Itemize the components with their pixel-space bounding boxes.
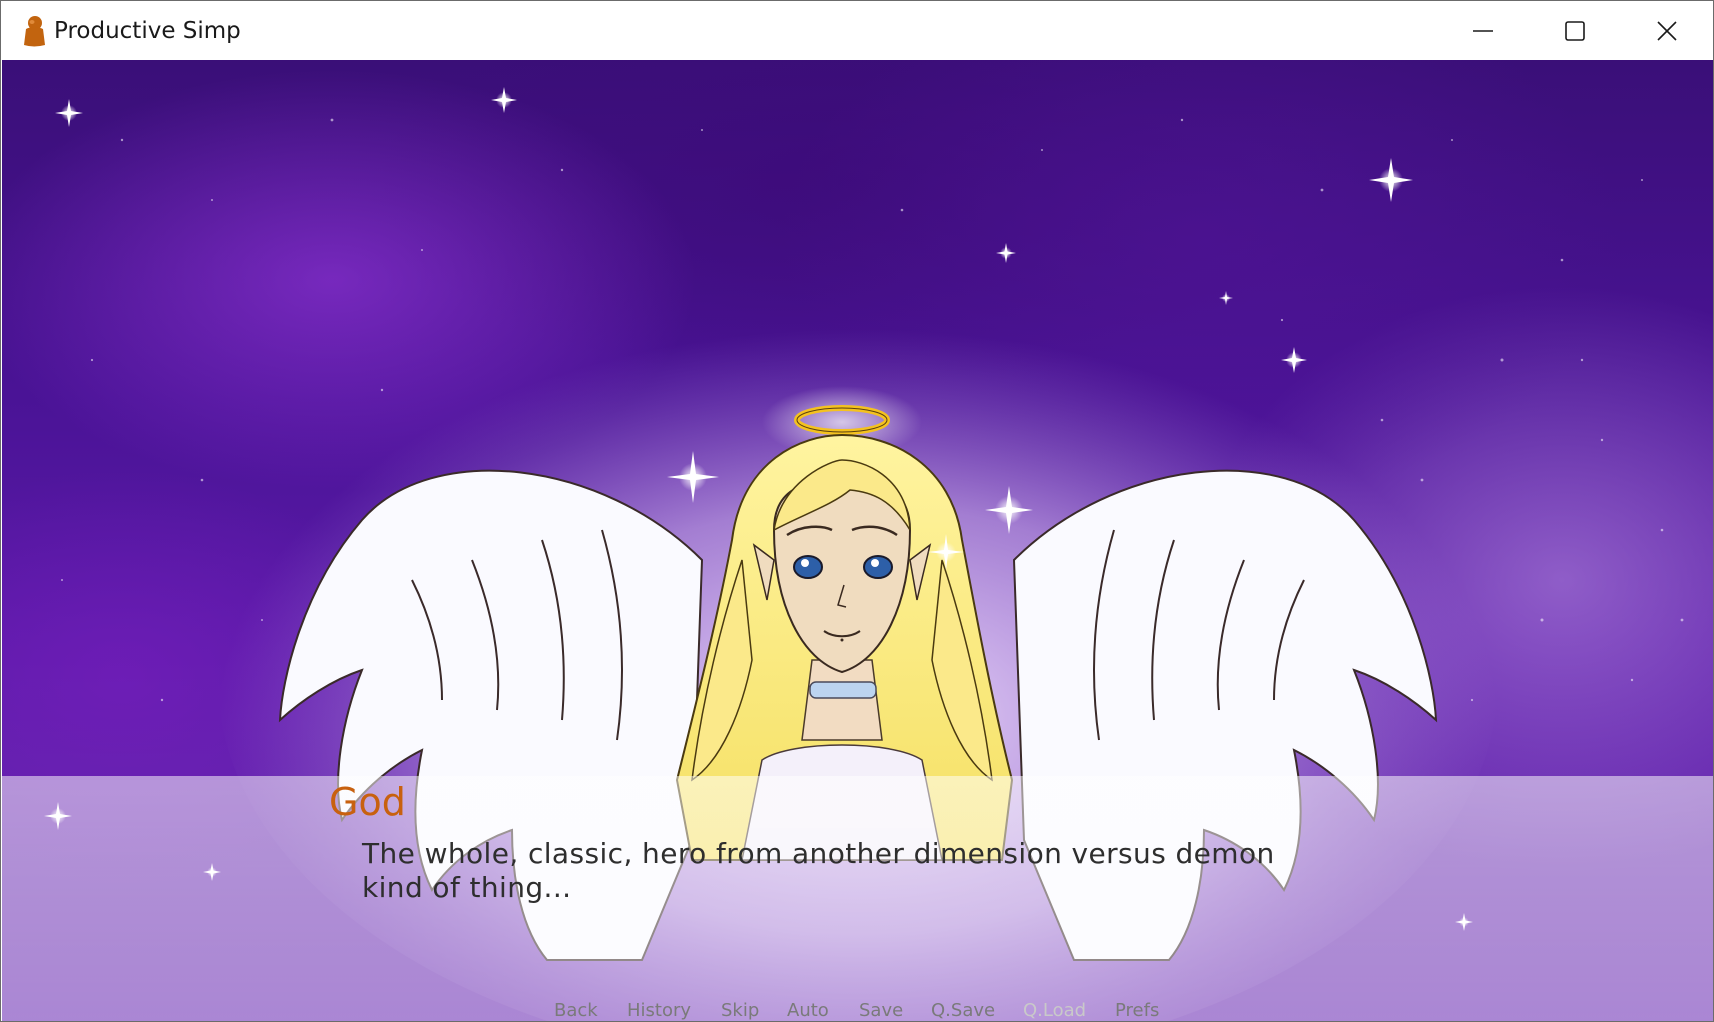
dialogue-text: The whole, classic, hero from another di…: [362, 837, 1275, 904]
game-window: Productive Simp God The whole, classic, …: [0, 0, 1714, 1022]
speaker-name: God: [329, 780, 406, 824]
save-button[interactable]: Save: [859, 1000, 903, 1021]
history-button[interactable]: History: [627, 1000, 691, 1021]
skip-button[interactable]: Skip: [721, 1000, 759, 1021]
back-button[interactable]: Back: [554, 1000, 598, 1021]
maximize-icon: [1565, 20, 1585, 41]
close-icon: [1657, 20, 1677, 41]
game-viewport[interactable]: God The whole, classic, hero from anothe…: [2, 60, 1713, 1021]
close-button[interactable]: [1621, 1, 1713, 60]
choker: [809, 681, 877, 699]
right-eye: [863, 555, 893, 579]
title-bar[interactable]: Productive Simp: [1, 1, 1713, 60]
window-title: Productive Simp: [54, 18, 241, 44]
left-eye: [793, 555, 823, 579]
app-icon: [24, 16, 45, 47]
preferences-button[interactable]: Prefs: [1115, 1000, 1159, 1021]
quick-save-button[interactable]: Q.Save: [931, 1000, 995, 1021]
maximize-button[interactable]: [1529, 1, 1621, 60]
quick-load-button: Q.Load: [1023, 1000, 1087, 1021]
quick-menu: Back History Skip Auto Save Q.Save Q.Loa…: [2, 1000, 1713, 1021]
auto-button[interactable]: Auto: [787, 1000, 829, 1021]
minimize-button[interactable]: [1437, 1, 1529, 60]
minimize-icon: [1473, 29, 1493, 32]
